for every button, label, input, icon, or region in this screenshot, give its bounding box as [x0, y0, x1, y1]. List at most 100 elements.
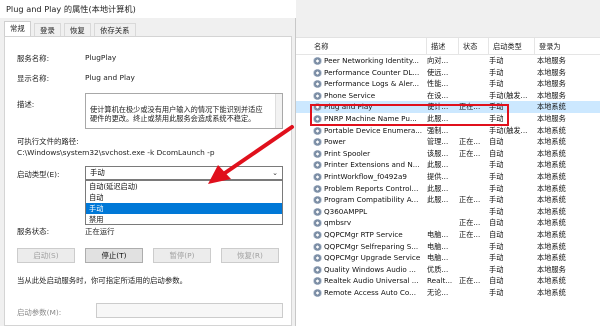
service-desc-cell: 管理... [427, 137, 449, 147]
pause-button[interactable]: 暂停(P) [153, 248, 211, 263]
service-name-cell: Performance Counter DL... [324, 67, 420, 77]
service-desc-cell: 在设... [427, 90, 449, 100]
service-desc-cell: 此服... [427, 195, 449, 205]
services-column-header: 名称 描述 状态 启动类型 登录为 [296, 38, 600, 55]
service-startup-cell: 自动 [489, 229, 504, 239]
gear-icon [313, 277, 322, 286]
service-logon-cell: 本地服务 [537, 56, 566, 65]
exe-path-value: C:\Windows\system32\svchost.exe -k DcomL… [17, 148, 215, 157]
service-row[interactable]: Performance Logs & Aler... 性能... 手动 本地服务 [296, 78, 600, 90]
tab-recovery[interactable]: 恢复 [64, 23, 91, 36]
gear-icon [313, 184, 322, 193]
services-toolbar-band [296, 0, 600, 38]
service-desc-cell: 电脑... [427, 253, 449, 263]
service-startup-cell: 手动 [489, 183, 504, 193]
gear-icon [313, 265, 322, 274]
startup-option-auto-delayed[interactable]: 自动(延迟启动) [86, 181, 282, 192]
service-status-cell [459, 159, 487, 171]
service-status-cell [459, 206, 487, 218]
gear-icon [313, 80, 322, 89]
column-description[interactable]: 描述 [427, 38, 459, 55]
service-desc-cell: Realt... [427, 276, 453, 286]
service-startup-cell: 手动 [489, 56, 504, 65]
service-startup-cell: 手动 [489, 171, 504, 181]
service-desc-cell: 向对... [427, 56, 449, 65]
service-row[interactable]: Remote Access Auto Co... 无论... 手动 本地系统 [296, 287, 600, 299]
gear-icon [313, 172, 322, 181]
properties-dialog: Plug and Play 的属性(本地计算机) 常规 登录 恢复 依存关系 服… [0, 0, 296, 326]
startup-type-select[interactable]: 手动 ⌄ [85, 166, 283, 180]
tab-logon[interactable]: 登录 [34, 23, 61, 36]
start-params-hint: 当从此处启动服务时，你可指定所适用的启动参数。 [17, 276, 187, 285]
gear-icon [313, 219, 322, 228]
service-logon-cell: 本地系统 [537, 102, 566, 112]
service-name-label: 服务名称: [17, 54, 50, 63]
startup-option-manual[interactable]: 手动 [86, 203, 282, 214]
service-row[interactable]: Quality Windows Audio ... 优质... 手动 本地服务 [296, 264, 600, 276]
service-status-cell: 正在... [459, 218, 481, 228]
description-scrollbar[interactable] [275, 94, 282, 128]
gear-icon [313, 57, 322, 65]
service-row[interactable]: QQPCMgr RTP Service 电脑... 正在... 自动 本地系统 [296, 229, 600, 241]
service-row[interactable]: Q360AMPPL 手动 本地系统 [296, 206, 600, 218]
resume-button[interactable]: 恢复(R) [221, 248, 279, 263]
service-row[interactable]: Program Compatibility A... 此服... 正在... 手动 本地… [296, 194, 600, 206]
column-status[interactable]: 状态 [459, 38, 489, 55]
service-name-cell: Quality Windows Audio ... [324, 264, 416, 274]
service-name-cell: QQPCMgr RTP Service [324, 229, 403, 239]
service-logon-cell: 本地系统 [537, 171, 566, 181]
service-status-cell [459, 241, 487, 253]
exe-path-label: 可执行文件的路径: [17, 137, 79, 146]
service-logon-cell: 本地服务 [537, 264, 566, 274]
startup-type-value: 手动 [90, 168, 105, 177]
tab-dependencies[interactable]: 依存关系 [94, 23, 136, 36]
service-name-cell: Peer Networking Identity... [324, 56, 419, 65]
service-row[interactable]: Power 管理... 正在... 自动 本地系统 [296, 136, 600, 148]
service-logon-cell: 本地系统 [537, 241, 566, 251]
gear-icon [313, 138, 322, 147]
service-row[interactable]: Print Spooler 该服... 正在... 自动 本地系统 [296, 148, 600, 160]
service-row[interactable]: Performance Counter DL... 使远... 手动 本地服务 [296, 67, 600, 79]
service-row[interactable]: QQPCMgr Selfreparing S... 电脑... 手动 本地系统 [296, 241, 600, 253]
stop-button[interactable]: 停止(T) [85, 248, 143, 263]
service-row[interactable]: Problem Reports Control... 此服... 手动 本地系统 [296, 183, 600, 195]
service-row[interactable]: Portable Device Enumera... 强制... 手动(触发... 本… [296, 125, 600, 137]
description-label: 描述: [17, 100, 35, 109]
gear-icon [313, 126, 322, 135]
service-row[interactable]: PrintWorkflow_f0492a9 提供... 手动 本地系统 [296, 171, 600, 183]
service-row[interactable]: Realtek Audio Universal ... Realt... 正在...… [296, 275, 600, 287]
service-desc-cell: 无论... [427, 287, 449, 297]
service-startup-cell: 手动 [489, 287, 504, 297]
column-startup-type[interactable]: 启动类型 [489, 38, 535, 55]
tab-general[interactable]: 常规 [4, 21, 31, 36]
description-textbox[interactable]: 使计算机在极少或没有用户输入的情况下能识别并适应 硬件的更改。终止或禁用此服务会… [85, 93, 283, 129]
gear-icon [313, 288, 322, 297]
gear-icon [313, 161, 322, 170]
service-row[interactable]: Printer Extensions and N... 此服... 手动 本地系统 [296, 159, 600, 171]
startup-option-disabled[interactable]: 禁用 [86, 214, 282, 225]
start-params-input[interactable] [96, 303, 283, 318]
service-logon-cell: 本地系统 [537, 160, 566, 170]
service-status-cell [459, 67, 487, 79]
dialog-title: Plug and Play 的属性(本地计算机) [6, 4, 136, 14]
service-desc-cell: 优质... [427, 264, 449, 274]
service-logon-cell: 本地系统 [537, 253, 566, 263]
service-logon-cell: 本地服务 [537, 90, 566, 100]
service-status-label: 服务状态: [17, 227, 50, 236]
service-row[interactable]: Phone Service 在设... 手动(触发... 本地服务 [296, 90, 600, 102]
start-button[interactable]: 启动(S) [17, 248, 75, 263]
startup-option-auto[interactable]: 自动 [86, 192, 282, 203]
service-startup-cell: 手动 [489, 206, 504, 216]
service-row[interactable]: QQPCMgr Upgrade Service 电脑... 手动 本地系统 [296, 252, 600, 264]
service-desc-cell: 此服... [427, 160, 449, 170]
service-logon-cell: 本地服务 [537, 67, 566, 77]
service-status-cell: 正在... [459, 229, 481, 239]
service-name-cell: Program Compatibility A... [324, 195, 419, 205]
service-startup-cell: 手动(触发... [489, 125, 528, 135]
column-logon-as[interactable]: 登录为 [535, 38, 600, 55]
chevron-down-icon[interactable]: ⌄ [272, 167, 278, 179]
column-name[interactable]: 名称 [310, 38, 427, 55]
gear-icon [313, 254, 322, 263]
service-row[interactable]: Peer Networking Identity... 向对... 手动 本地服务 [296, 55, 600, 67]
service-row[interactable]: qmbsrv 正在... 自动 本地系统 [296, 217, 600, 229]
